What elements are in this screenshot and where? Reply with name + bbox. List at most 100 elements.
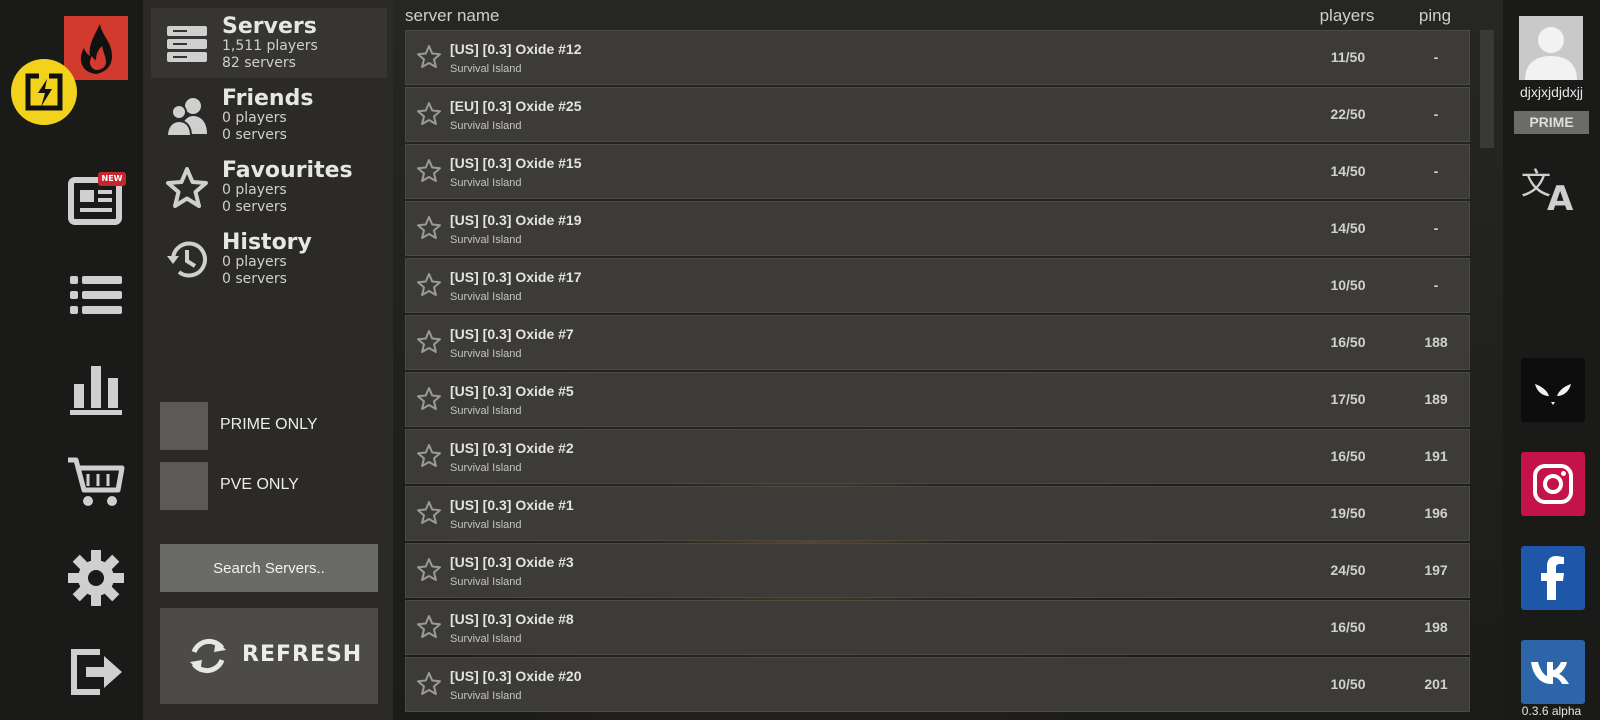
server-list-scrollbar[interactable]	[1480, 30, 1494, 148]
prime-only-filter[interactable]: PRIME ONLY	[160, 402, 380, 450]
server-players: 14/50	[1330, 220, 1366, 236]
server-map: Survival Island	[450, 405, 522, 417]
instagram-icon[interactable]	[1521, 452, 1585, 516]
friends-icon	[165, 98, 207, 137]
server-ping: 191	[1424, 448, 1448, 464]
category-server-count: 82 servers	[222, 55, 296, 71]
server-row[interactable]: [US] [0.3] Oxide #12 Survival Island 11/50…	[405, 30, 1470, 85]
server-name: [US] [0.3] Oxide #5	[450, 383, 574, 399]
server-row[interactable]: [US] [0.3] Oxide #17 Survival Island 10/50…	[405, 258, 1470, 313]
svg-text:A: A	[1547, 179, 1574, 216]
server-row[interactable]: [EU] [0.3] Oxide #25 Survival Island 22/50…	[405, 87, 1470, 142]
server-row[interactable]: [US] [0.3] Oxide #19 Survival Island 14/50…	[405, 201, 1470, 256]
category-servers[interactable]: Servers 1,511 players 82 servers	[151, 8, 387, 78]
server-name: [EU] [0.3] Oxide #25	[450, 98, 582, 114]
stats-icon[interactable]	[64, 358, 128, 422]
left-icon-rail: NEW	[0, 0, 143, 720]
server-ping: 197	[1424, 562, 1448, 578]
server-name: [US] [0.3] Oxide #1	[450, 497, 574, 513]
server-players: 24/50	[1330, 562, 1366, 578]
prime-only-checkbox[interactable]	[160, 402, 208, 450]
vk-icon[interactable]	[1521, 640, 1585, 704]
server-map: Survival Island	[450, 291, 522, 303]
server-ping: -	[1433, 220, 1439, 236]
category-player-count: 0 players	[222, 110, 287, 126]
prime-badge: PRIME	[1514, 111, 1589, 134]
server-ping: 188	[1424, 334, 1448, 350]
server-row[interactable]: [US] [0.3] Oxide #5 Survival Island 17/50 1…	[405, 372, 1470, 427]
server-row[interactable]: [US] [0.3] Oxide #7 Survival Island 16/50 1…	[405, 315, 1470, 370]
server-map: Survival Island	[450, 519, 522, 531]
favourite-star-icon[interactable]	[416, 443, 442, 469]
refresh-icon	[190, 638, 226, 674]
favourite-star-icon[interactable]	[416, 386, 442, 412]
category-history[interactable]: History 0 players 0 servers	[151, 224, 387, 294]
username: djxjxjdjdxjj	[1519, 84, 1584, 100]
pve-only-label: PVE ONLY	[220, 476, 299, 493]
category-friends[interactable]: Friends 0 players 0 servers	[151, 80, 387, 150]
user-avatar[interactable]	[1519, 16, 1583, 80]
category-player-count: 0 players	[222, 254, 287, 270]
server-name: [US] [0.3] Oxide #20	[450, 668, 582, 684]
refresh-button[interactable]: REFRESH	[160, 608, 378, 704]
server-players: 19/50	[1330, 505, 1366, 521]
alien-eyes-icon[interactable]	[1521, 358, 1585, 422]
favourite-star-icon[interactable]	[416, 101, 442, 127]
server-row[interactable]: [US] [0.3] Oxide #15 Survival Island 14/50…	[405, 144, 1470, 199]
star-icon	[166, 167, 208, 208]
server-row[interactable]: [US] [0.3] Oxide #1 Survival Island 19/50 1…	[405, 486, 1470, 541]
server-players: 14/50	[1330, 163, 1366, 179]
server-map: Survival Island	[450, 177, 522, 189]
server-row[interactable]: [US] [0.3] Oxide #2 Survival Island 16/50 1…	[405, 429, 1470, 484]
settings-gear-icon[interactable]	[64, 546, 128, 610]
facebook-icon[interactable]	[1521, 546, 1585, 610]
server-name: [US] [0.3] Oxide #19	[450, 212, 582, 228]
favourite-star-icon[interactable]	[416, 329, 442, 355]
favourite-star-icon[interactable]	[416, 671, 442, 697]
column-server-name[interactable]: server name	[405, 6, 499, 26]
server-row[interactable]: [US] [0.3] Oxide #3 Survival Island 24/50 1…	[405, 543, 1470, 598]
category-title: Friends	[222, 86, 314, 111]
server-map: Survival Island	[450, 633, 522, 645]
server-players: 17/50	[1330, 391, 1366, 407]
server-row[interactable]: [US] [0.3] Oxide #20 Survival Island 10/50…	[405, 657, 1470, 712]
shop-cart-icon[interactable]	[64, 450, 128, 514]
favourite-star-icon[interactable]	[416, 614, 442, 640]
favourite-star-icon[interactable]	[416, 158, 442, 184]
server-row[interactable]: [US] [0.3] Oxide #8 Survival Island 16/50 1…	[405, 600, 1470, 655]
server-name: [US] [0.3] Oxide #15	[450, 155, 582, 171]
category-title: Servers	[222, 14, 317, 39]
category-favourites[interactable]: Favourites 0 players 0 servers	[151, 152, 387, 222]
server-map: Survival Island	[450, 462, 522, 474]
server-ping: -	[1433, 49, 1439, 65]
history-clock-icon	[167, 241, 207, 278]
plugin-badge-icon[interactable]	[11, 59, 77, 125]
new-badge: NEW	[98, 172, 126, 186]
column-ping[interactable]: ping	[1405, 6, 1465, 26]
server-ping: 201	[1424, 676, 1448, 692]
category-title: Favourites	[222, 158, 353, 183]
pve-only-checkbox[interactable]	[160, 462, 208, 510]
favourite-star-icon[interactable]	[416, 500, 442, 526]
favourite-star-icon[interactable]	[416, 44, 442, 70]
search-servers-input[interactable]	[160, 544, 378, 592]
column-players[interactable]: players	[1317, 6, 1377, 26]
language-translate-icon[interactable]: 文 A	[1515, 160, 1587, 219]
server-list: [US] [0.3] Oxide #12 Survival Island 11/50…	[405, 30, 1470, 714]
refresh-label: REFRESH	[242, 642, 363, 667]
server-list-icon[interactable]	[64, 264, 128, 328]
logout-icon[interactable]	[64, 640, 128, 704]
server-players: 10/50	[1330, 277, 1366, 293]
server-players: 16/50	[1330, 619, 1366, 635]
favourite-star-icon[interactable]	[416, 272, 442, 298]
category-player-count: 1,511 players	[222, 38, 318, 54]
server-ping: 198	[1424, 619, 1448, 635]
server-stack-icon	[167, 26, 207, 62]
server-map: Survival Island	[450, 120, 522, 132]
pve-only-filter[interactable]: PVE ONLY	[160, 462, 380, 510]
favourite-star-icon[interactable]	[416, 215, 442, 241]
server-map: Survival Island	[450, 234, 522, 246]
category-player-count: 0 players	[222, 182, 287, 198]
favourite-star-icon[interactable]	[416, 557, 442, 583]
category-title: History	[222, 230, 312, 255]
